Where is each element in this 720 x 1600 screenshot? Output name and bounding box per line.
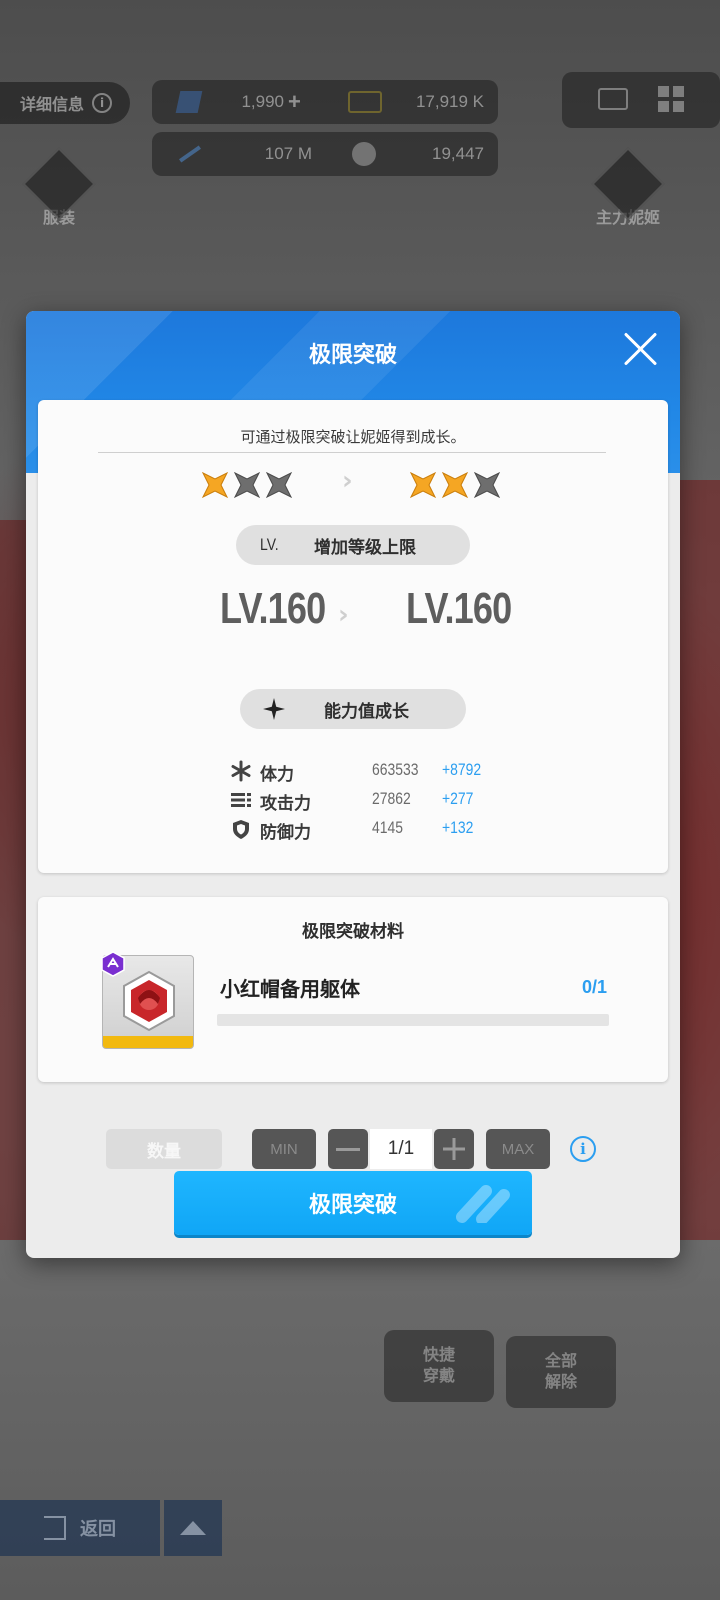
credit-icon: [348, 91, 382, 113]
stat-increase: +8792: [442, 760, 482, 779]
sparkle-icon: [263, 698, 285, 720]
home-icon: [180, 1521, 206, 1535]
material-progress-bar: [217, 1014, 609, 1026]
plus-icon: [443, 1138, 465, 1160]
level-arrow-icon: ›: [338, 600, 349, 630]
stat-row-attack: 攻击力 27862 +277: [230, 786, 530, 814]
limit-break-modal: 极限突破 可通过极限突破让妮姬得到成长。 › LV. 增加等级上限 LV.160…: [26, 311, 680, 1258]
arrow-icon: ›: [342, 466, 353, 496]
min-button[interactable]: MIN: [252, 1129, 316, 1169]
rarity-badge-icon: [101, 951, 125, 977]
detail-info-label: 详细信息: [20, 95, 85, 114]
star-filled-icon: [202, 472, 228, 498]
info-icon: i: [92, 93, 113, 113]
star-filled-icon: [410, 472, 436, 498]
add-icon[interactable]: +: [288, 89, 301, 115]
star-empty-icon: [474, 472, 500, 498]
star-empty-icon: [266, 472, 292, 498]
main-nikke-button[interactable]: 主力妮姬: [578, 147, 678, 228]
limit-break-info-card: 可通过极限突破让妮姬得到成长。 › LV. 增加等级上限 LV.160 › LV…: [38, 400, 668, 873]
level-cap-label: 增加等级上限: [314, 537, 416, 558]
unequip-all-button[interactable]: 全部 解除: [506, 1336, 616, 1408]
back-label: 返回: [80, 1519, 116, 1540]
level-cap-pill: LV. 增加等级上限: [236, 525, 470, 565]
stars-after: [410, 472, 500, 498]
stat-value: 663533: [372, 760, 419, 779]
unequip-all-label: 全部 解除: [544, 1351, 577, 1391]
growth-label: 能力值成长: [324, 701, 409, 722]
max-button[interactable]: MAX: [486, 1129, 550, 1169]
back-button[interactable]: 返回: [0, 1500, 160, 1556]
quantity-value[interactable]: 1/1: [370, 1129, 432, 1169]
stat-value: 4145: [372, 818, 404, 837]
quantity-label: 数量: [106, 1129, 222, 1169]
menu-grid-icon[interactable]: [658, 86, 684, 112]
limit-break-confirm-button[interactable]: 极限突破: [174, 1171, 532, 1235]
character-silhouette-right: [680, 480, 720, 1240]
stat-name: 防御力: [260, 823, 311, 843]
level-to: LV.160: [406, 584, 512, 633]
stat-increase: +277: [442, 789, 474, 808]
currency-box-1[interactable]: 1,990 + 17,919 K: [152, 80, 498, 124]
exit-icon: [44, 1516, 66, 1540]
defense-icon: [233, 820, 249, 839]
modal-title: 极限突破: [308, 343, 397, 368]
attack-icon: [231, 793, 251, 807]
stars-before: [202, 472, 292, 498]
rarity-bar: [103, 1036, 193, 1048]
stat-increase: +132: [442, 818, 474, 837]
quick-equip-button[interactable]: 快捷 穿戴: [384, 1330, 494, 1402]
material-name: 小红帽备用躯体: [220, 977, 360, 1001]
hp-icon: [231, 760, 251, 782]
currency-value-4: 19,447: [432, 144, 484, 163]
minus-icon: [336, 1147, 360, 1151]
level-prefix: LV.: [260, 535, 279, 554]
minus-button[interactable]: [328, 1129, 368, 1169]
material-count: 0/1: [582, 977, 608, 997]
description-text: 可通过极限突破让妮姬得到成长。: [240, 428, 466, 446]
star-empty-icon: [234, 472, 260, 498]
stat-row-defense: 防御力 4145 +132: [230, 815, 530, 843]
arrow-icon: [179, 145, 201, 163]
quick-equip-label: 快捷 穿戴: [422, 1345, 455, 1385]
stat-name: 攻击力: [260, 794, 311, 814]
stripe-decoration-icon: [456, 1185, 510, 1223]
mail-icon[interactable]: [598, 88, 628, 110]
materials-card: 极限突破材料 小红帽备用躯体 0/1: [38, 897, 668, 1082]
star-filled-icon: [442, 472, 468, 498]
red-hood-portrait-icon: [123, 970, 175, 1032]
plus-button[interactable]: [434, 1129, 474, 1169]
currency-value-1: 1,990: [241, 92, 284, 111]
detail-info-button[interactable]: 详细信息 i: [0, 82, 130, 124]
mail-menu-box: [562, 72, 720, 128]
level-from: LV.160: [220, 584, 326, 633]
close-icon[interactable]: [622, 331, 658, 367]
home-button[interactable]: [164, 1500, 222, 1556]
confirm-label: 极限突破: [308, 1193, 397, 1218]
stat-name: 体力: [260, 765, 294, 785]
costume-button[interactable]: 服装: [22, 147, 96, 228]
materials-title: 极限突破材料: [302, 922, 404, 942]
currency-value-3: 107 M: [264, 144, 312, 163]
core-icon: [352, 142, 376, 166]
info-icon[interactable]: i: [570, 1136, 596, 1162]
divider: [98, 452, 606, 453]
currency-value-2: 17,919 K: [415, 92, 484, 111]
stat-row-hp: 体力 663533 +8792: [230, 757, 530, 785]
currency-box-2[interactable]: 107 M 19,447: [152, 132, 498, 176]
ticket-icon: [175, 91, 203, 113]
stat-value: 27862: [372, 789, 411, 808]
costume-icon: [22, 147, 96, 221]
growth-pill: 能力值成长: [240, 689, 466, 729]
